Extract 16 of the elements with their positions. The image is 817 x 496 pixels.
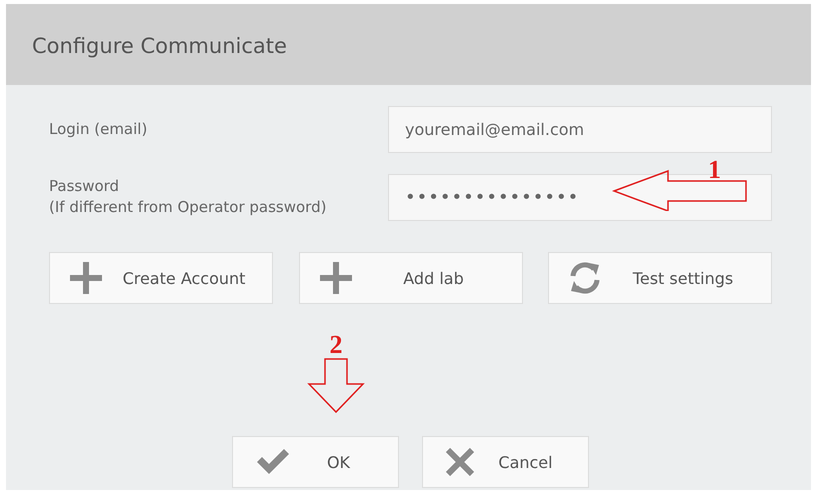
input-field[interactable]: youremail@email.com: [388, 106, 772, 152]
field-hint: (If different from Operator password): [49, 197, 326, 218]
dialog-button[interactable]: Cancel: [422, 436, 589, 488]
annotation-number: 2: [330, 332, 342, 358]
plus-icon: [68, 260, 104, 296]
check-icon: [255, 447, 291, 477]
plus-icon: [318, 260, 354, 296]
action-button[interactable]: Create Account: [49, 252, 273, 304]
arrow-annotation: [307, 358, 365, 414]
dialog-title: Configure Communicate: [32, 34, 287, 58]
field-label: Login (email): [49, 118, 148, 140]
field-label: Password: [49, 176, 120, 197]
dialog-button[interactable]: OK: [232, 436, 399, 488]
close-icon: [445, 447, 475, 477]
action-button[interactable]: Test settings: [548, 252, 772, 304]
action-button[interactable]: Add lab: [298, 252, 522, 304]
